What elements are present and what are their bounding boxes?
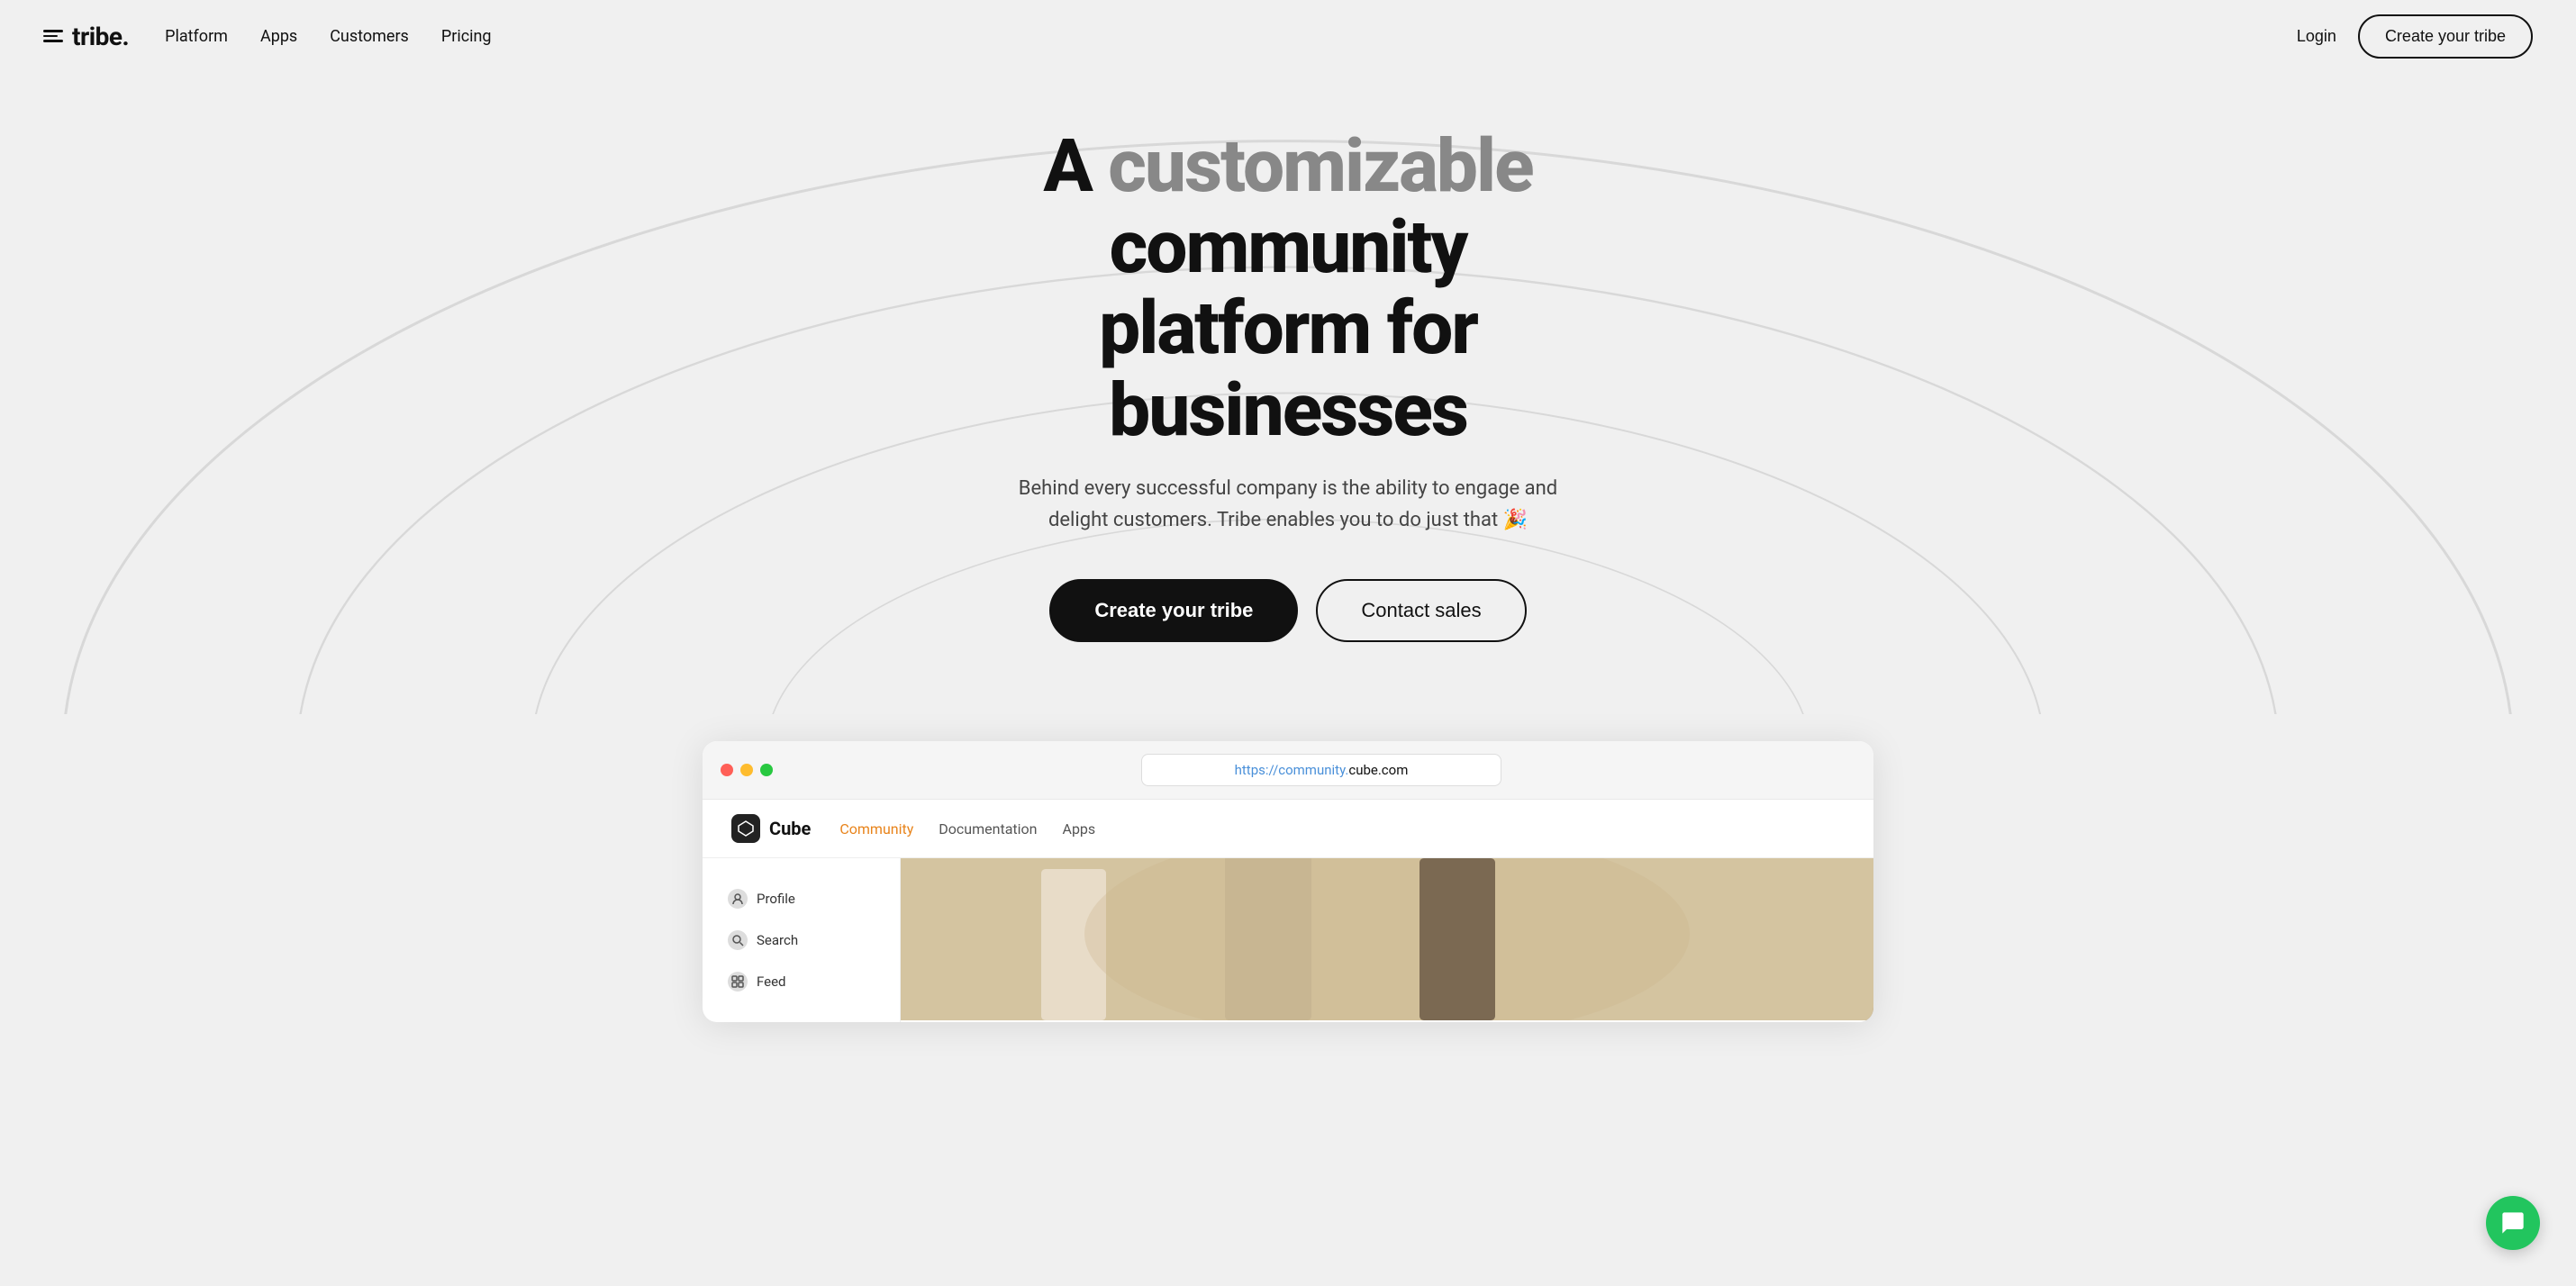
navbar: tribe. Platform Apps Customers Pricing L… xyxy=(0,0,2576,72)
browser-toolbar: https://community.cube.com xyxy=(703,741,1873,800)
hero-title: A customizable communityplatform for bus… xyxy=(928,126,1648,451)
hero-content: A customizable communityplatform for bus… xyxy=(18,126,2558,642)
browser-sidebar: Profile Search xyxy=(703,858,901,1022)
site-name: Cube xyxy=(769,818,811,839)
search-icon xyxy=(728,930,748,950)
traffic-light-yellow[interactable] xyxy=(740,764,753,776)
browser-url-bar: https://community.cube.com xyxy=(787,754,1855,786)
chat-widget[interactable] xyxy=(2486,1196,2540,1250)
browser-inner: Cube Community Documentation Apps xyxy=(703,800,1873,1022)
traffic-light-green[interactable] xyxy=(760,764,773,776)
nav-link-platform[interactable]: Platform xyxy=(165,27,228,46)
hero-section: A customizable communityplatform for bus… xyxy=(0,72,2576,714)
create-tribe-hero-button[interactable]: Create your tribe xyxy=(1049,579,1298,642)
hero-title-part1: A xyxy=(1043,123,1108,210)
site-nav-item-community[interactable]: Community xyxy=(839,820,913,838)
navbar-left: tribe. Platform Apps Customers Pricing xyxy=(43,22,492,51)
site-nav-item-documentation[interactable]: Documentation xyxy=(939,820,1037,838)
url-display[interactable]: https://community.cube.com xyxy=(1141,754,1501,786)
chat-icon xyxy=(2500,1210,2526,1236)
sidebar-profile-label: Profile xyxy=(757,891,795,907)
logo-icon xyxy=(43,30,63,42)
traffic-light-red[interactable] xyxy=(721,764,733,776)
hero-image xyxy=(901,858,1873,1020)
nav-link-pricing[interactable]: Pricing xyxy=(441,27,492,46)
sidebar-search-label: Search xyxy=(757,932,798,948)
feed-icon xyxy=(728,972,748,992)
hero-buttons: Create your tribe Contact sales xyxy=(18,579,2558,642)
login-button[interactable]: Login xyxy=(2297,27,2336,46)
site-nav-link-documentation[interactable]: Documentation xyxy=(939,820,1037,838)
sidebar-feed-label: Feed xyxy=(757,974,786,990)
nav-item-pricing[interactable]: Pricing xyxy=(441,27,492,46)
nav-links: Platform Apps Customers Pricing xyxy=(165,27,491,46)
nav-link-customers[interactable]: Customers xyxy=(330,27,409,46)
contact-sales-button[interactable]: Contact sales xyxy=(1316,579,1526,642)
nav-item-apps[interactable]: Apps xyxy=(260,27,297,46)
navbar-right: Login Create your tribe xyxy=(2297,14,2533,59)
url-domain-part: cube.com xyxy=(1348,762,1408,778)
hero-title-part2: communityplatform for businesses xyxy=(1099,204,1477,453)
sidebar-item-feed[interactable]: Feed xyxy=(717,963,885,1001)
create-tribe-nav-button[interactable]: Create your tribe xyxy=(2358,14,2533,59)
hero-title-highlight: customizable xyxy=(1108,123,1532,210)
browser-traffic-lights xyxy=(721,764,773,776)
site-logo-icon xyxy=(731,814,760,843)
site-nav-link-community[interactable]: Community xyxy=(839,820,913,838)
nav-item-platform[interactable]: Platform xyxy=(165,27,228,46)
sidebar-item-search[interactable]: Search xyxy=(717,921,885,959)
browser-section: https://community.cube.com Cube xyxy=(0,741,2576,1022)
url-colored-part: https://community. xyxy=(1235,762,1349,778)
profile-icon xyxy=(728,889,748,909)
browser-main-content xyxy=(901,858,1873,1022)
site-nav-item-apps[interactable]: Apps xyxy=(1063,820,1096,838)
sidebar-item-profile[interactable]: Profile xyxy=(717,880,885,918)
hero-subtitle: Behind every successful company is the a… xyxy=(1018,473,1558,536)
site-logo: Cube xyxy=(731,814,811,843)
logo-text: tribe. xyxy=(72,22,129,51)
nav-link-apps[interactable]: Apps xyxy=(260,27,297,46)
site-nav: Cube Community Documentation Apps xyxy=(703,800,1873,858)
site-nav-links: Community Documentation Apps xyxy=(839,820,1095,838)
logo[interactable]: tribe. xyxy=(43,22,129,51)
browser-body: Profile Search xyxy=(703,858,1873,1022)
nav-item-customers[interactable]: Customers xyxy=(330,27,409,46)
browser-window: https://community.cube.com Cube xyxy=(703,741,1873,1022)
site-nav-link-apps[interactable]: Apps xyxy=(1063,820,1096,838)
